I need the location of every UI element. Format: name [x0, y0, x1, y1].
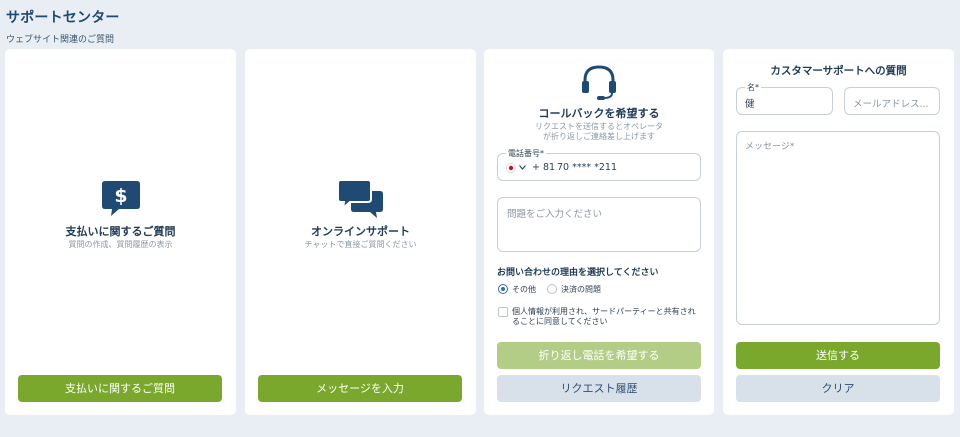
online-support-card: オンラインサポート チャットで直接ご質問ください メッセージを入力	[245, 49, 476, 415]
name-field[interactable]: 名* 健	[736, 82, 833, 115]
online-card-subtitle: チャットで直接ご質問ください	[304, 240, 417, 249]
page-subtitle: ウェブサイト関連のご質問	[6, 35, 115, 45]
phone-field[interactable]: 電話番号* + 81 70 **** *211	[497, 148, 701, 181]
payment-questions-button[interactable]: 支払いに関するご質問	[18, 375, 222, 402]
payment-card-title: 支払いに関するご質問	[65, 225, 176, 238]
message-textarea[interactable]: メッセージ*	[736, 131, 940, 325]
request-callback-button[interactable]: 折り返し電話を希望する	[497, 342, 701, 369]
email-field[interactable]: メールアドレス...	[844, 87, 940, 115]
message-placeholder: メッセージ*	[745, 142, 795, 152]
phone-country-code: + 81	[532, 162, 556, 173]
japan-flag-icon[interactable]	[506, 163, 516, 173]
reason-radio-payment[interactable]	[547, 284, 557, 294]
consent-text-line2: ることに同意してください	[512, 317, 608, 326]
callback-card: コールバックを希望する リクエストを送信するとオペレータ が折り返しご連絡差し上…	[484, 49, 714, 415]
email-placeholder: メールアドレス...	[853, 99, 929, 110]
request-history-button[interactable]: リクエスト履歴	[497, 375, 701, 402]
send-button[interactable]: 送信する	[736, 342, 940, 369]
problem-placeholder: 問題をご入力ください	[507, 209, 603, 220]
chevron-down-icon[interactable]	[519, 165, 526, 170]
chat-bubbles-icon	[337, 179, 383, 218]
callback-card-title: コールバックを希望する	[538, 107, 660, 120]
online-card-title: オンラインサポート	[311, 225, 410, 238]
callback-description-line2: が折り返しご連絡差し上げます	[543, 132, 655, 141]
reason-label-payment: 決済の問題	[561, 285, 601, 294]
reason-title: お問い合わせの理由を選択してください	[497, 268, 659, 278]
page-title: サポートセンター	[6, 10, 120, 26]
page-header: サポートセンター ウェブサイト関連のご質問	[6, 7, 120, 45]
payment-card-subtitle: 質問の作成、質問履歴の表示	[68, 240, 173, 249]
customer-card-title: カスタマーサポートへの質問	[770, 65, 907, 77]
name-value[interactable]: 健	[745, 96, 755, 110]
customer-support-card: カスタマーサポートへの質問 名* 健 メールアドレス... メッセージ* 送信す…	[723, 49, 954, 415]
svg-text:$: $	[114, 185, 127, 207]
payment-questions-card: $ 支払いに関するご質問 質問の作成、質問履歴の表示 支払いに関するご質問	[5, 49, 236, 415]
name-label: 名*	[745, 82, 761, 93]
phone-label: 電話番号*	[506, 148, 546, 159]
problem-textarea[interactable]: 問題をご入力ください	[497, 197, 701, 252]
dollar-chat-icon: $	[101, 181, 140, 216]
consent-checkbox[interactable]	[498, 307, 508, 317]
headset-icon	[582, 65, 616, 100]
reason-radio-other[interactable]	[498, 284, 508, 294]
reason-label-other: その他	[512, 285, 536, 294]
enter-message-button[interactable]: メッセージを入力	[258, 375, 462, 402]
clear-button[interactable]: クリア	[736, 375, 940, 402]
phone-number-value[interactable]: 70 **** *211	[557, 162, 617, 173]
